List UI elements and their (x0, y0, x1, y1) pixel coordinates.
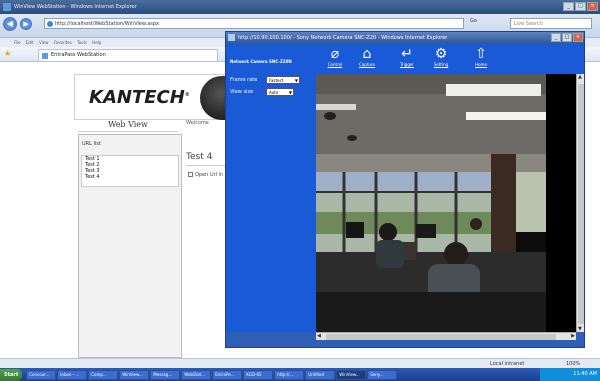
content-title: Test 4 (186, 152, 213, 162)
list-item[interactable]: Test 4 (82, 174, 178, 180)
frame-rate-label: Frame rate (230, 77, 258, 83)
taskbar-item[interactable]: Sony... (367, 369, 398, 380)
sidebar-header: Web View (78, 118, 178, 132)
open-url-checkbox[interactable]: Open Url in (188, 172, 223, 178)
view-size-label: View size (230, 89, 254, 95)
trigger-button[interactable]: ↵ Trigger (394, 46, 420, 68)
horizontal-scroll-thumb[interactable] (326, 334, 556, 340)
frame-rate-select[interactable]: Fastest ▼ (266, 76, 300, 84)
home-icon: ⇧ (475, 46, 487, 62)
control-button[interactable]: ⌀ Control (322, 46, 348, 68)
setting-icon: ⚙ (434, 46, 448, 62)
camera-toolbar: Network Camera SNC-Z20N ⌀ Control ⌂ Capt… (226, 44, 584, 74)
address-input[interactable]: http://localhost/WebStation/WinView.aspx (44, 18, 464, 29)
taskbar-item[interactable]: Concour... (26, 369, 57, 380)
taskbar-item[interactable]: EntraPa... (212, 369, 243, 380)
taskbar-item[interactable]: Comp... (88, 369, 119, 380)
taskbar-item[interactable]: Untitled (305, 369, 336, 380)
control-icon: ⌀ (330, 46, 340, 62)
camera-model-label: Network Camera SNC-Z20N (230, 59, 292, 64)
tab-welcome[interactable]: Welcome (186, 120, 209, 126)
taskbar-item[interactable]: http://... (274, 369, 305, 380)
frame-rate-value: Fastest (269, 78, 284, 83)
taskbar-item[interactable]: WebStat... (181, 369, 212, 380)
url-list-header: URL list (82, 141, 101, 147)
search-input[interactable]: Live Search (510, 18, 592, 29)
view-size-select[interactable]: Auto ▼ (266, 88, 294, 96)
camera-live-view[interactable] (316, 74, 576, 332)
scroll-right-icon[interactable]: ▶ (571, 332, 575, 340)
favorites-star-icon[interactable]: ★ (4, 50, 11, 58)
minimize-button[interactable]: _ (563, 2, 574, 11)
camera-settings-panel: Frame rate Fastest ▼ View size Auto ▼ (226, 74, 316, 332)
address-text: http://localhost/WebStation/WinView.aspx (55, 21, 159, 27)
scroll-up-icon[interactable]: ▲ (578, 73, 582, 81)
capture-label: Capture (359, 62, 375, 67)
ie-title-bar: WinView WebStation - Windows Internet Ex… (0, 0, 600, 14)
taskbar-item[interactable]: WinView... (119, 369, 150, 380)
capture-icon: ⌂ (362, 46, 372, 62)
scroll-down-icon[interactable]: ▼ (578, 325, 582, 333)
chevron-down-icon: ▼ (288, 90, 292, 95)
chevron-down-icon: ▼ (294, 78, 298, 83)
camera-title-bar: http://10.90.100.100/ - Sony Network Cam… (226, 32, 584, 44)
home-button[interactable]: ⇧ Home (468, 46, 494, 68)
go-button[interactable]: Go (470, 18, 477, 24)
tab-page-icon (42, 53, 48, 59)
maximize-button[interactable]: □ (575, 2, 586, 11)
camera-maximize-button[interactable]: □ (562, 33, 572, 42)
checkbox-box[interactable] (188, 172, 193, 177)
camera-minimize-button[interactable]: _ (551, 33, 561, 42)
url-list[interactable]: Test 1 Test 2 Test 3 Test 4 (81, 155, 179, 187)
ie-status-bar: Local intranet 100% (0, 358, 600, 368)
taskbar-item[interactable]: KGD-65 (243, 369, 274, 380)
checkbox-label: Open Url in (195, 172, 224, 178)
setting-label: Setting (433, 62, 449, 67)
url-list-panel: URL list Test 1 Test 2 Test 3 Test 4 (78, 134, 182, 358)
ie-window-controls: _ □ × (563, 2, 598, 11)
setting-button[interactable]: ⚙ Setting (428, 46, 454, 68)
control-label: Control (327, 62, 343, 67)
vertical-scroll-thumb[interactable] (578, 84, 584, 324)
tab-entrapass[interactable]: EntraPass WebStation (38, 49, 218, 61)
kantech-logo: KANTECH® (89, 87, 190, 108)
trigger-label: Trigger (400, 62, 414, 67)
windows-taskbar: Start Concour... Inbox - ... Comp... Win… (0, 368, 600, 381)
ie-window-title: WinView WebStation - Windows Internet Ex… (14, 4, 137, 10)
camera-horizontal-scrollbar[interactable]: ◀ ▶ (316, 332, 576, 340)
ie-app-icon (3, 3, 11, 11)
camera-window-icon (228, 34, 235, 41)
system-tray-clock[interactable]: 11:40 AM (540, 368, 600, 381)
camera-feed-image (316, 74, 576, 332)
search-placeholder: Live Search (514, 21, 543, 27)
camera-window-title: http://10.90.100.100/ - Sony Network Cam… (238, 35, 448, 41)
taskbar-item[interactable]: Messag... (150, 369, 181, 380)
capture-button[interactable]: ⌂ Capture (354, 46, 380, 68)
back-button-icon[interactable]: ◀ (3, 17, 17, 31)
view-size-value: Auto (269, 90, 279, 95)
taskbar-item[interactable]: Inbox - ... (57, 369, 88, 380)
camera-close-button[interactable]: × (573, 33, 583, 42)
scroll-left-icon[interactable]: ◀ (317, 332, 321, 340)
globe-icon (47, 21, 53, 27)
start-button[interactable]: Start (0, 368, 23, 381)
camera-vertical-scrollbar[interactable]: ▲ ▼ (576, 74, 584, 332)
camera-window-controls: _ □ × (551, 33, 583, 42)
tab-label: EntraPass WebStation (51, 52, 106, 58)
close-button[interactable]: × (587, 2, 598, 11)
trigger-icon: ↵ (401, 46, 413, 62)
camera-window: http://10.90.100.100/ - Sony Network Cam… (225, 31, 585, 348)
home-label: Home (475, 62, 487, 67)
taskbar-item[interactable]: WinView... (336, 369, 367, 380)
forward-button-icon[interactable]: ▶ (20, 18, 32, 30)
